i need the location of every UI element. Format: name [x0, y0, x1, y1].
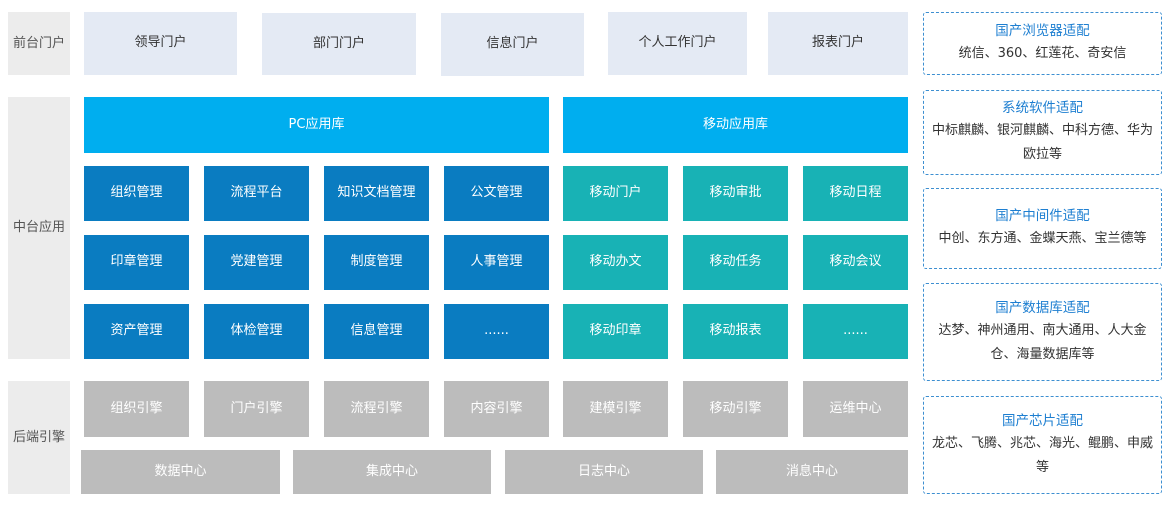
app-pc-more[interactable]: ......: [444, 304, 549, 359]
adapt-chip-desc: 龙芯、飞腾、兆芯、海光、鲲鹏、申威等: [931, 435, 1153, 475]
center-message[interactable]: 消息中心: [716, 450, 908, 494]
engine-modeling[interactable]: 建模引擎: [563, 381, 668, 437]
app-info-management[interactable]: 信息管理: [324, 304, 429, 359]
engine-mobile[interactable]: 移动引擎: [683, 381, 788, 437]
layer-front-portal: 前台门户: [8, 12, 70, 75]
app-mobile-schedule[interactable]: 移动日程: [803, 166, 908, 221]
engine-ops-center[interactable]: 运维中心: [803, 381, 908, 437]
adapt-database-desc: 达梦、神州通用、南大通用、人大金仓、海量数据库等: [938, 322, 1147, 362]
app-official-docs[interactable]: 公文管理: [444, 166, 549, 221]
app-mobile-task[interactable]: 移动任务: [683, 235, 788, 290]
layer-middle-app: 中台应用: [8, 97, 70, 359]
center-data[interactable]: 数据中心: [81, 450, 280, 494]
app-asset-management[interactable]: 资产管理: [84, 304, 189, 359]
portal-personal-work[interactable]: 个人工作门户: [608, 12, 747, 75]
engine-content[interactable]: 内容引擎: [444, 381, 549, 437]
portal-leader[interactable]: 领导门户: [84, 12, 237, 75]
app-knowledge-docs[interactable]: 知识文档管理: [324, 166, 429, 221]
app-regulation-management[interactable]: 制度管理: [324, 235, 429, 290]
adapt-system-software-desc: 中标麒麟、银河麒麟、中科方德、华为欧拉等: [931, 123, 1153, 162]
app-seal-management[interactable]: 印章管理: [84, 235, 189, 290]
adapt-chip-title: 国产芯片适配: [1002, 412, 1083, 429]
adapt-database: 国产数据库适配 达梦、神州通用、南大通用、人大金仓、海量数据库等: [923, 283, 1162, 381]
app-process-platform[interactable]: 流程平台: [204, 166, 309, 221]
pc-app-library[interactable]: PC应用库: [84, 97, 549, 153]
adapt-chip: 国产芯片适配 龙芯、飞腾、兆芯、海光、鲲鹏、申威等: [923, 396, 1162, 494]
app-party-building[interactable]: 党建管理: [204, 235, 309, 290]
adapt-system-software-title: 系统软件适配: [1002, 100, 1083, 116]
center-log[interactable]: 日志中心: [505, 450, 703, 494]
layer-back-engine: 后端引擎: [8, 381, 70, 494]
mobile-app-library[interactable]: 移动应用库: [563, 97, 908, 153]
center-integration[interactable]: 集成中心: [293, 450, 491, 494]
adapt-browser: 国产浏览器适配 统信、360、红莲花、奇安信: [923, 12, 1162, 75]
engine-portal[interactable]: 门户引擎: [204, 381, 309, 437]
adapt-database-title: 国产数据库适配: [995, 299, 1090, 316]
app-mobile-office-docs[interactable]: 移动办文: [563, 235, 668, 290]
portal-department[interactable]: 部门门户: [262, 13, 416, 75]
adapt-middleware-desc: 中创、东方通、金蝶天燕、宝兰德等: [938, 231, 1147, 246]
app-mobile-approval[interactable]: 移动审批: [683, 166, 788, 221]
adapt-browser-desc: 统信、360、红莲花、奇安信: [958, 46, 1127, 61]
portal-information[interactable]: 信息门户: [441, 13, 584, 76]
app-org-management[interactable]: 组织管理: [84, 166, 189, 221]
engine-process[interactable]: 流程引擎: [324, 381, 429, 437]
adapt-middleware-title: 国产中间件适配: [995, 208, 1090, 224]
app-mobile-more[interactable]: ......: [803, 304, 908, 359]
engine-org[interactable]: 组织引擎: [84, 381, 189, 437]
app-health-check[interactable]: 体检管理: [204, 304, 309, 359]
app-mobile-seal[interactable]: 移动印章: [563, 304, 668, 359]
app-mobile-portal[interactable]: 移动门户: [563, 166, 668, 221]
adapt-middleware: 国产中间件适配 中创、东方通、金蝶天燕、宝兰德等: [923, 188, 1162, 269]
app-hr-management[interactable]: 人事管理: [444, 235, 549, 290]
app-mobile-meeting[interactable]: 移动会议: [803, 235, 908, 290]
adapt-browser-title: 国产浏览器适配: [995, 23, 1090, 39]
adapt-system-software: 系统软件适配 中标麒麟、银河麒麟、中科方德、华为欧拉等: [923, 90, 1162, 175]
app-mobile-report[interactable]: 移动报表: [683, 304, 788, 359]
portal-report[interactable]: 报表门户: [768, 12, 908, 75]
